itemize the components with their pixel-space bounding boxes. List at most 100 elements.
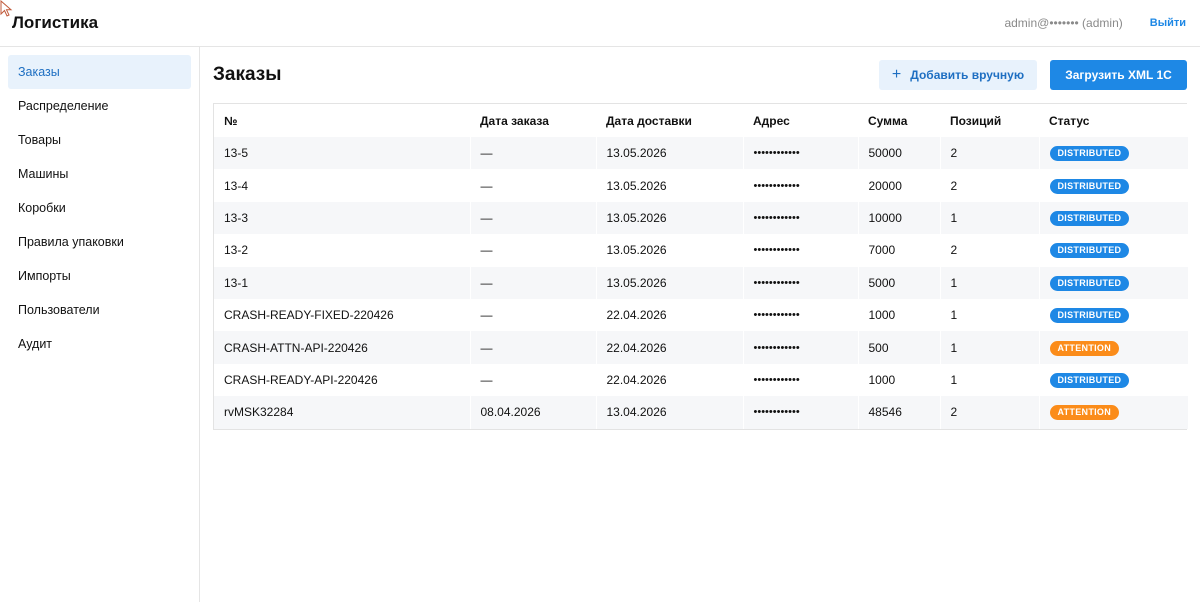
column-header: Дата доставки	[596, 104, 743, 137]
status-cell: ATTENTION	[1038, 331, 1188, 364]
status-cell: DISTRIBUTED	[1038, 169, 1188, 202]
address-cell: ••••••••••••	[742, 298, 858, 332]
order-date-cell: —	[469, 331, 596, 364]
table-row[interactable]: 13-4—13.05.2026 •••••••••••• 20000 2 DISTRIB…	[214, 169, 1188, 202]
order-date-cell: 08.04.2026	[469, 396, 596, 429]
order-number-cell: rvMSK32284	[214, 396, 470, 429]
table-row[interactable]: 13-1—13.05.2026 •••••••••••• 5000 1 DISTRIBU…	[214, 266, 1188, 299]
table-row[interactable]: CRASH-ATTN-API-220426—22.04.2026 ••••••••…	[214, 331, 1188, 364]
header-user-area: admin@••••••• (admin) Выйти	[1004, 16, 1188, 30]
status-badge: ATTENTION	[1049, 405, 1120, 421]
status-cell: DISTRIBUTED	[1038, 266, 1188, 299]
positions-cell: 1	[939, 331, 1039, 364]
address-cell: ••••••••••••	[742, 201, 858, 235]
address-cell: ••••••••••••	[742, 137, 858, 170]
current-user-label: admin@••••••• (admin)	[1004, 16, 1123, 30]
status-cell: DISTRIBUTED	[1038, 363, 1188, 397]
sidebar-item-0[interactable]: Заказы	[8, 55, 191, 89]
delivery-date-cell: 13.05.2026	[595, 137, 743, 170]
order-number-cell: 13-3	[214, 201, 470, 235]
sidebar-item-3[interactable]: Машины	[8, 157, 191, 191]
upload-xml-button[interactable]: Загрузить XML 1C	[1050, 60, 1187, 90]
positions-cell: 2	[939, 396, 1039, 429]
delivery-date-cell: 22.04.2026	[595, 363, 743, 397]
sum-cell: 1000	[857, 363, 940, 397]
table-row[interactable]: 13-3—13.05.2026 •••••••••••• 10000 1 DISTRIB…	[214, 201, 1188, 235]
table-header-row: № Дата заказа Дата доставки Адрес Сумма Позиц…	[214, 104, 1188, 137]
status-badge: DISTRIBUTED	[1049, 372, 1130, 388]
positions-cell: 2	[939, 234, 1039, 267]
page-actions: + Добавить вручную Загрузить XML 1C	[879, 60, 1187, 90]
sidebar-nav: Заказы Распределение Товары Машины Коробки Пр…	[0, 47, 200, 602]
address-cell: ••••••••••••	[742, 169, 858, 202]
sum-cell: 5000	[857, 266, 940, 299]
orders-table-container: № Дата заказа Дата доставки Адрес Сумма Позиц…	[213, 103, 1188, 430]
order-date-cell: —	[469, 266, 596, 299]
address-cell: ••••••••••••	[742, 396, 858, 429]
sidebar-item-1[interactable]: Распределение	[8, 89, 191, 123]
positions-cell: 1	[939, 298, 1039, 332]
status-badge: DISTRIBUTED	[1049, 178, 1130, 194]
logout-link[interactable]: Выйти	[1150, 17, 1186, 29]
column-header: Адрес	[743, 104, 858, 137]
sidebar-item-5[interactable]: Правила упаковки	[8, 225, 191, 259]
column-header: Статус	[1039, 104, 1188, 137]
table-row[interactable]: CRASH-READY-FIXED-220426—22.04.2026 •••••…	[214, 298, 1188, 332]
sidebar-item-2[interactable]: Товары	[8, 123, 191, 157]
address-cell: ••••••••••••	[742, 266, 858, 299]
column-header: Сумма	[858, 104, 940, 137]
status-badge: DISTRIBUTED	[1049, 275, 1130, 291]
status-badge: DISTRIBUTED	[1049, 146, 1130, 162]
positions-cell: 2	[939, 137, 1039, 170]
status-cell: ATTENTION	[1038, 396, 1188, 429]
order-date-cell: —	[469, 169, 596, 202]
delivery-date-cell: 22.04.2026	[595, 298, 743, 332]
table-row[interactable]: rvMSK32284 08.04.2026 13.04.2026 ••••••••••…	[214, 396, 1188, 429]
add-manual-button[interactable]: + Добавить вручную	[879, 60, 1037, 90]
sum-cell: 10000	[857, 201, 940, 235]
order-number-cell: 13-5	[214, 137, 470, 170]
page-title: Заказы	[213, 64, 282, 85]
order-number-cell: CRASH-READY-API-220426	[214, 363, 470, 397]
order-date-cell: —	[469, 298, 596, 332]
delivery-date-cell: 13.05.2026	[595, 234, 743, 267]
sidebar-item-4[interactable]: Коробки	[8, 191, 191, 225]
table-row[interactable]: 13-2—13.05.2026 •••••••••••• 7000 2 DISTRIBU…	[214, 234, 1188, 267]
sum-cell: 48546	[857, 396, 940, 429]
plus-icon: +	[891, 66, 902, 83]
sidebar-item-7[interactable]: Пользователи	[8, 293, 191, 327]
order-date-cell: —	[469, 201, 596, 235]
sidebar-item-8[interactable]: Аудит	[8, 327, 191, 361]
order-date-cell: —	[469, 234, 596, 267]
status-badge: DISTRIBUTED	[1049, 210, 1130, 226]
positions-cell: 1	[939, 363, 1039, 397]
order-number-cell: 13-1	[214, 266, 470, 299]
order-date-cell: —	[469, 137, 596, 170]
table-row[interactable]: CRASH-READY-API-220426—22.04.2026 •••••••…	[214, 363, 1188, 397]
status-badge: DISTRIBUTED	[1049, 243, 1130, 259]
sum-cell: 1000	[857, 298, 940, 332]
sidebar-item-6[interactable]: Импорты	[8, 259, 191, 293]
address-cell: ••••••••••••	[742, 234, 858, 267]
status-cell: DISTRIBUTED	[1038, 234, 1188, 267]
address-cell: ••••••••••••	[742, 363, 858, 397]
order-number-cell: CRASH-READY-FIXED-220426	[214, 298, 470, 332]
sum-cell: 50000	[857, 137, 940, 170]
sum-cell: 500	[857, 331, 940, 364]
status-cell: DISTRIBUTED	[1038, 298, 1188, 332]
positions-cell: 2	[939, 169, 1039, 202]
address-cell: ••••••••••••	[742, 331, 858, 364]
delivery-date-cell: 13.05.2026	[595, 266, 743, 299]
delivery-date-cell: 13.04.2026	[595, 396, 743, 429]
status-badge: DISTRIBUTED	[1049, 308, 1130, 324]
top-header: Логистика admin@••••••• (admin) Выйти	[0, 0, 1200, 47]
table-body: 13-5—13.05.2026 •••••••••••• 50000 2 DISTRIB…	[214, 137, 1188, 429]
table-row[interactable]: 13-5—13.05.2026 •••••••••••• 50000 2 DISTRIB…	[214, 137, 1188, 170]
order-number-cell: CRASH-ATTN-API-220426	[214, 331, 470, 364]
sum-cell: 20000	[857, 169, 940, 202]
delivery-date-cell: 13.05.2026	[595, 201, 743, 235]
add-manual-label: Добавить вручную	[910, 68, 1025, 82]
sum-cell: 7000	[857, 234, 940, 267]
main-content: Заказы + Добавить вручную Загрузить XML …	[200, 47, 1200, 602]
status-badge: ATTENTION	[1049, 340, 1120, 356]
